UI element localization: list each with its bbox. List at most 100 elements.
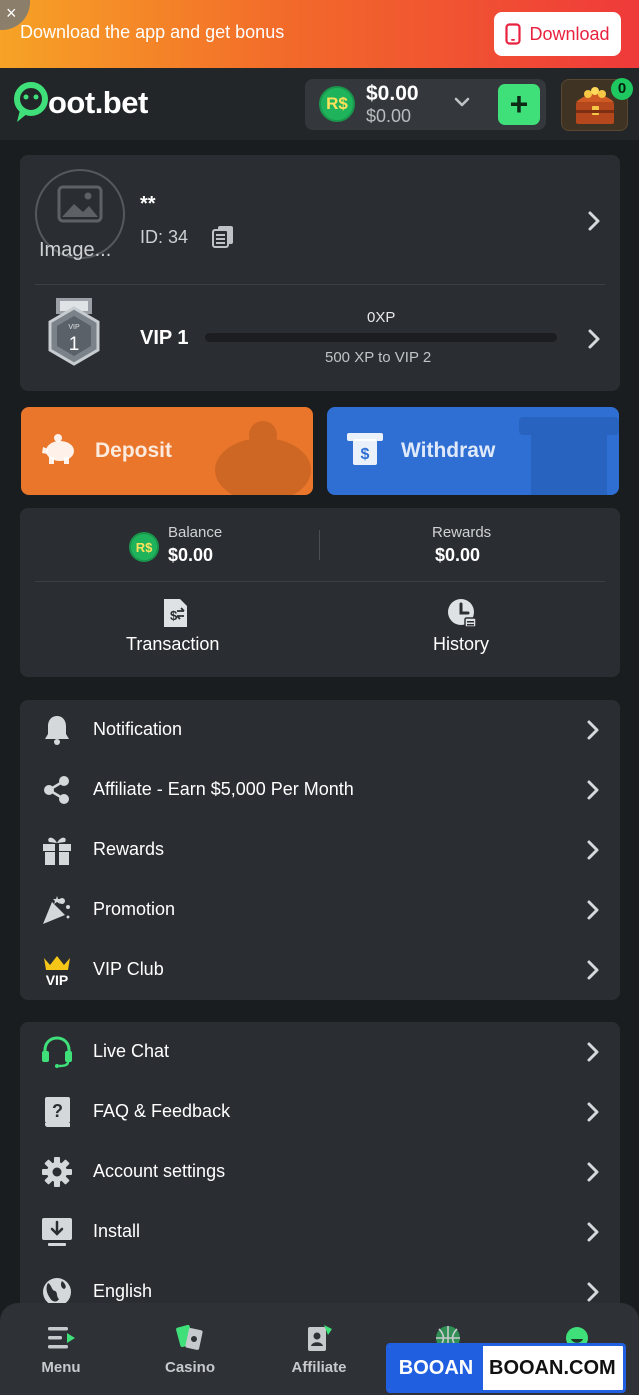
menu-item-label: Rewards bbox=[93, 839, 165, 859]
chevron-right-icon bbox=[587, 1042, 599, 1062]
menu-item-promotion[interactable]: Promotion bbox=[20, 880, 620, 940]
svg-text:VIP: VIP bbox=[68, 324, 80, 331]
logo[interactable]: oot.bet bbox=[12, 82, 148, 124]
menu-item-rewards[interactable]: Rewards bbox=[20, 820, 620, 880]
chevron-right-icon bbox=[587, 1162, 599, 1182]
history-clock-icon bbox=[448, 599, 477, 628]
transaction-icon: $ bbox=[164, 599, 187, 627]
download-button[interactable]: Download bbox=[494, 12, 621, 56]
balance-value: $0.00 bbox=[168, 545, 214, 565]
deposit-button[interactable]: Deposit bbox=[21, 407, 313, 495]
gift-icon bbox=[43, 837, 71, 865]
chevron-right-icon bbox=[587, 960, 599, 980]
transaction-button[interactable]: $ Transaction bbox=[110, 594, 240, 664]
menu-item-account-settings[interactable]: Account settings bbox=[20, 1142, 620, 1202]
menu-item-install[interactable]: Install bbox=[20, 1202, 620, 1262]
nav-affiliate[interactable]: Affiliate bbox=[274, 1323, 364, 1376]
user-id: ID: 34 bbox=[140, 227, 189, 247]
menu-item-notification[interactable]: Notification bbox=[20, 700, 620, 760]
withdraw-button[interactable]: $ Withdraw bbox=[327, 407, 619, 495]
headset-icon bbox=[42, 1036, 72, 1068]
phone-icon bbox=[505, 23, 522, 45]
menu-item-label: Live Chat bbox=[93, 1041, 170, 1061]
watermark-right: BOOAN.COM bbox=[489, 1357, 616, 1379]
username: ** bbox=[140, 193, 156, 215]
piggy-bank-bg-icon bbox=[215, 421, 311, 495]
party-popper-icon bbox=[43, 896, 70, 924]
chevron-right-icon bbox=[587, 1222, 599, 1242]
svg-text:?: ? bbox=[52, 1101, 63, 1121]
xp-value: 0XP bbox=[367, 309, 396, 326]
menu-item-affiliate[interactable]: Affiliate - Earn $5,000 Per Month bbox=[20, 760, 620, 820]
promo-banner: × Download the app and get bonus Downloa… bbox=[0, 0, 639, 68]
gear-icon bbox=[42, 1157, 72, 1187]
withdraw-label: Withdraw bbox=[401, 439, 496, 462]
wallet-balance-sub: $0.00 bbox=[366, 106, 412, 126]
app-header: oot.bet R$ $0.00 $0.00 + 0 bbox=[0, 68, 639, 140]
watermark-left: BOOAN bbox=[389, 1346, 483, 1390]
menu-item-vip-club[interactable]: VIP VIP Club bbox=[20, 940, 620, 1000]
nav-affiliate-label: Affiliate bbox=[291, 1359, 347, 1376]
transaction-label: Transaction bbox=[126, 634, 220, 654]
menu-icon bbox=[48, 1327, 75, 1349]
svg-text:$: $ bbox=[361, 446, 370, 463]
menu-item-label: Account settings bbox=[93, 1161, 226, 1181]
add-funds-button[interactable]: + bbox=[498, 84, 540, 125]
menu-item-live-chat[interactable]: Live Chat bbox=[20, 1022, 620, 1082]
wallet-balance: $0.00 bbox=[366, 82, 419, 105]
copy-icon[interactable] bbox=[210, 223, 236, 249]
svg-text:VIP: VIP bbox=[46, 972, 69, 986]
menu-item-label: FAQ & Feedback bbox=[93, 1101, 231, 1121]
chevron-right-icon bbox=[587, 720, 599, 740]
nav-casino[interactable]: Casino bbox=[145, 1323, 235, 1376]
xp-to-next: 500 XP to VIP 2 bbox=[325, 349, 432, 366]
chest-count-badge: 0 bbox=[611, 78, 633, 100]
balance-title: Balance bbox=[168, 524, 223, 541]
question-book-icon: ? bbox=[45, 1097, 70, 1127]
atm-bg-icon bbox=[519, 417, 619, 495]
watermark: BOOAN BOOAN.COM bbox=[386, 1343, 626, 1393]
chevron-right-icon bbox=[587, 780, 599, 800]
piggy-bank-icon bbox=[42, 434, 74, 464]
atm-withdraw-icon: $ bbox=[347, 433, 383, 465]
menu-item-label: Promotion bbox=[93, 899, 176, 919]
bell-icon bbox=[45, 716, 69, 745]
image-placeholder-icon bbox=[57, 185, 103, 223]
balance-card: R$ Balance $0.00 Rewards $0.00 $ Transac… bbox=[20, 508, 620, 677]
vip-badge-number: 1 bbox=[68, 334, 80, 355]
rewards-title: Rewards bbox=[432, 524, 492, 541]
nav-casino-label: Casino bbox=[164, 1359, 215, 1376]
avatar[interactable]: Image... bbox=[35, 169, 125, 261]
menu-item-label: English bbox=[93, 1281, 153, 1301]
affiliate-card-icon bbox=[308, 1325, 332, 1351]
currency-coin-icon: R$ bbox=[319, 86, 355, 122]
logo-text: oot.bet bbox=[48, 85, 148, 120]
rewards-value: $0.00 bbox=[435, 545, 481, 565]
profile-chevron-right-icon[interactable] bbox=[586, 210, 602, 232]
vip-level: VIP 1 bbox=[140, 327, 189, 349]
nav-menu[interactable]: Menu bbox=[16, 1323, 106, 1376]
history-button[interactable]: History bbox=[400, 594, 530, 664]
menu-item-faq-feedback[interactable]: ? FAQ & Feedback bbox=[20, 1082, 620, 1142]
chevron-down-icon[interactable] bbox=[453, 93, 471, 111]
primary-menu: Notification Affiliate - Earn $5,000 Per… bbox=[20, 700, 620, 1000]
chevron-right-icon bbox=[587, 900, 599, 920]
logo-mark-icon bbox=[14, 82, 48, 122]
chevron-right-icon bbox=[587, 840, 599, 860]
balance-separator bbox=[319, 530, 320, 560]
vip-badge-icon: VIP 1 bbox=[46, 298, 102, 372]
playing-cards-icon bbox=[176, 1324, 203, 1350]
download-label: Download bbox=[529, 23, 610, 44]
menu-item-label: VIP Club bbox=[93, 959, 164, 979]
deposit-label: Deposit bbox=[95, 439, 173, 462]
chevron-right-icon bbox=[587, 1102, 599, 1122]
vip-chevron-right-icon[interactable] bbox=[586, 328, 602, 350]
profile-divider bbox=[35, 284, 605, 285]
wallet-selector[interactable]: R$ $0.00 $0.00 + bbox=[305, 79, 546, 130]
download-screen-icon bbox=[42, 1218, 72, 1246]
menu-item-label: Notification bbox=[93, 719, 183, 739]
secondary-menu: Live Chat ? FAQ & Feedback Account setti… bbox=[20, 1022, 620, 1322]
promo-text: Download the app and get bonus bbox=[20, 22, 285, 42]
xp-progress-bar bbox=[205, 333, 557, 342]
menu-item-label: Install bbox=[93, 1221, 141, 1241]
